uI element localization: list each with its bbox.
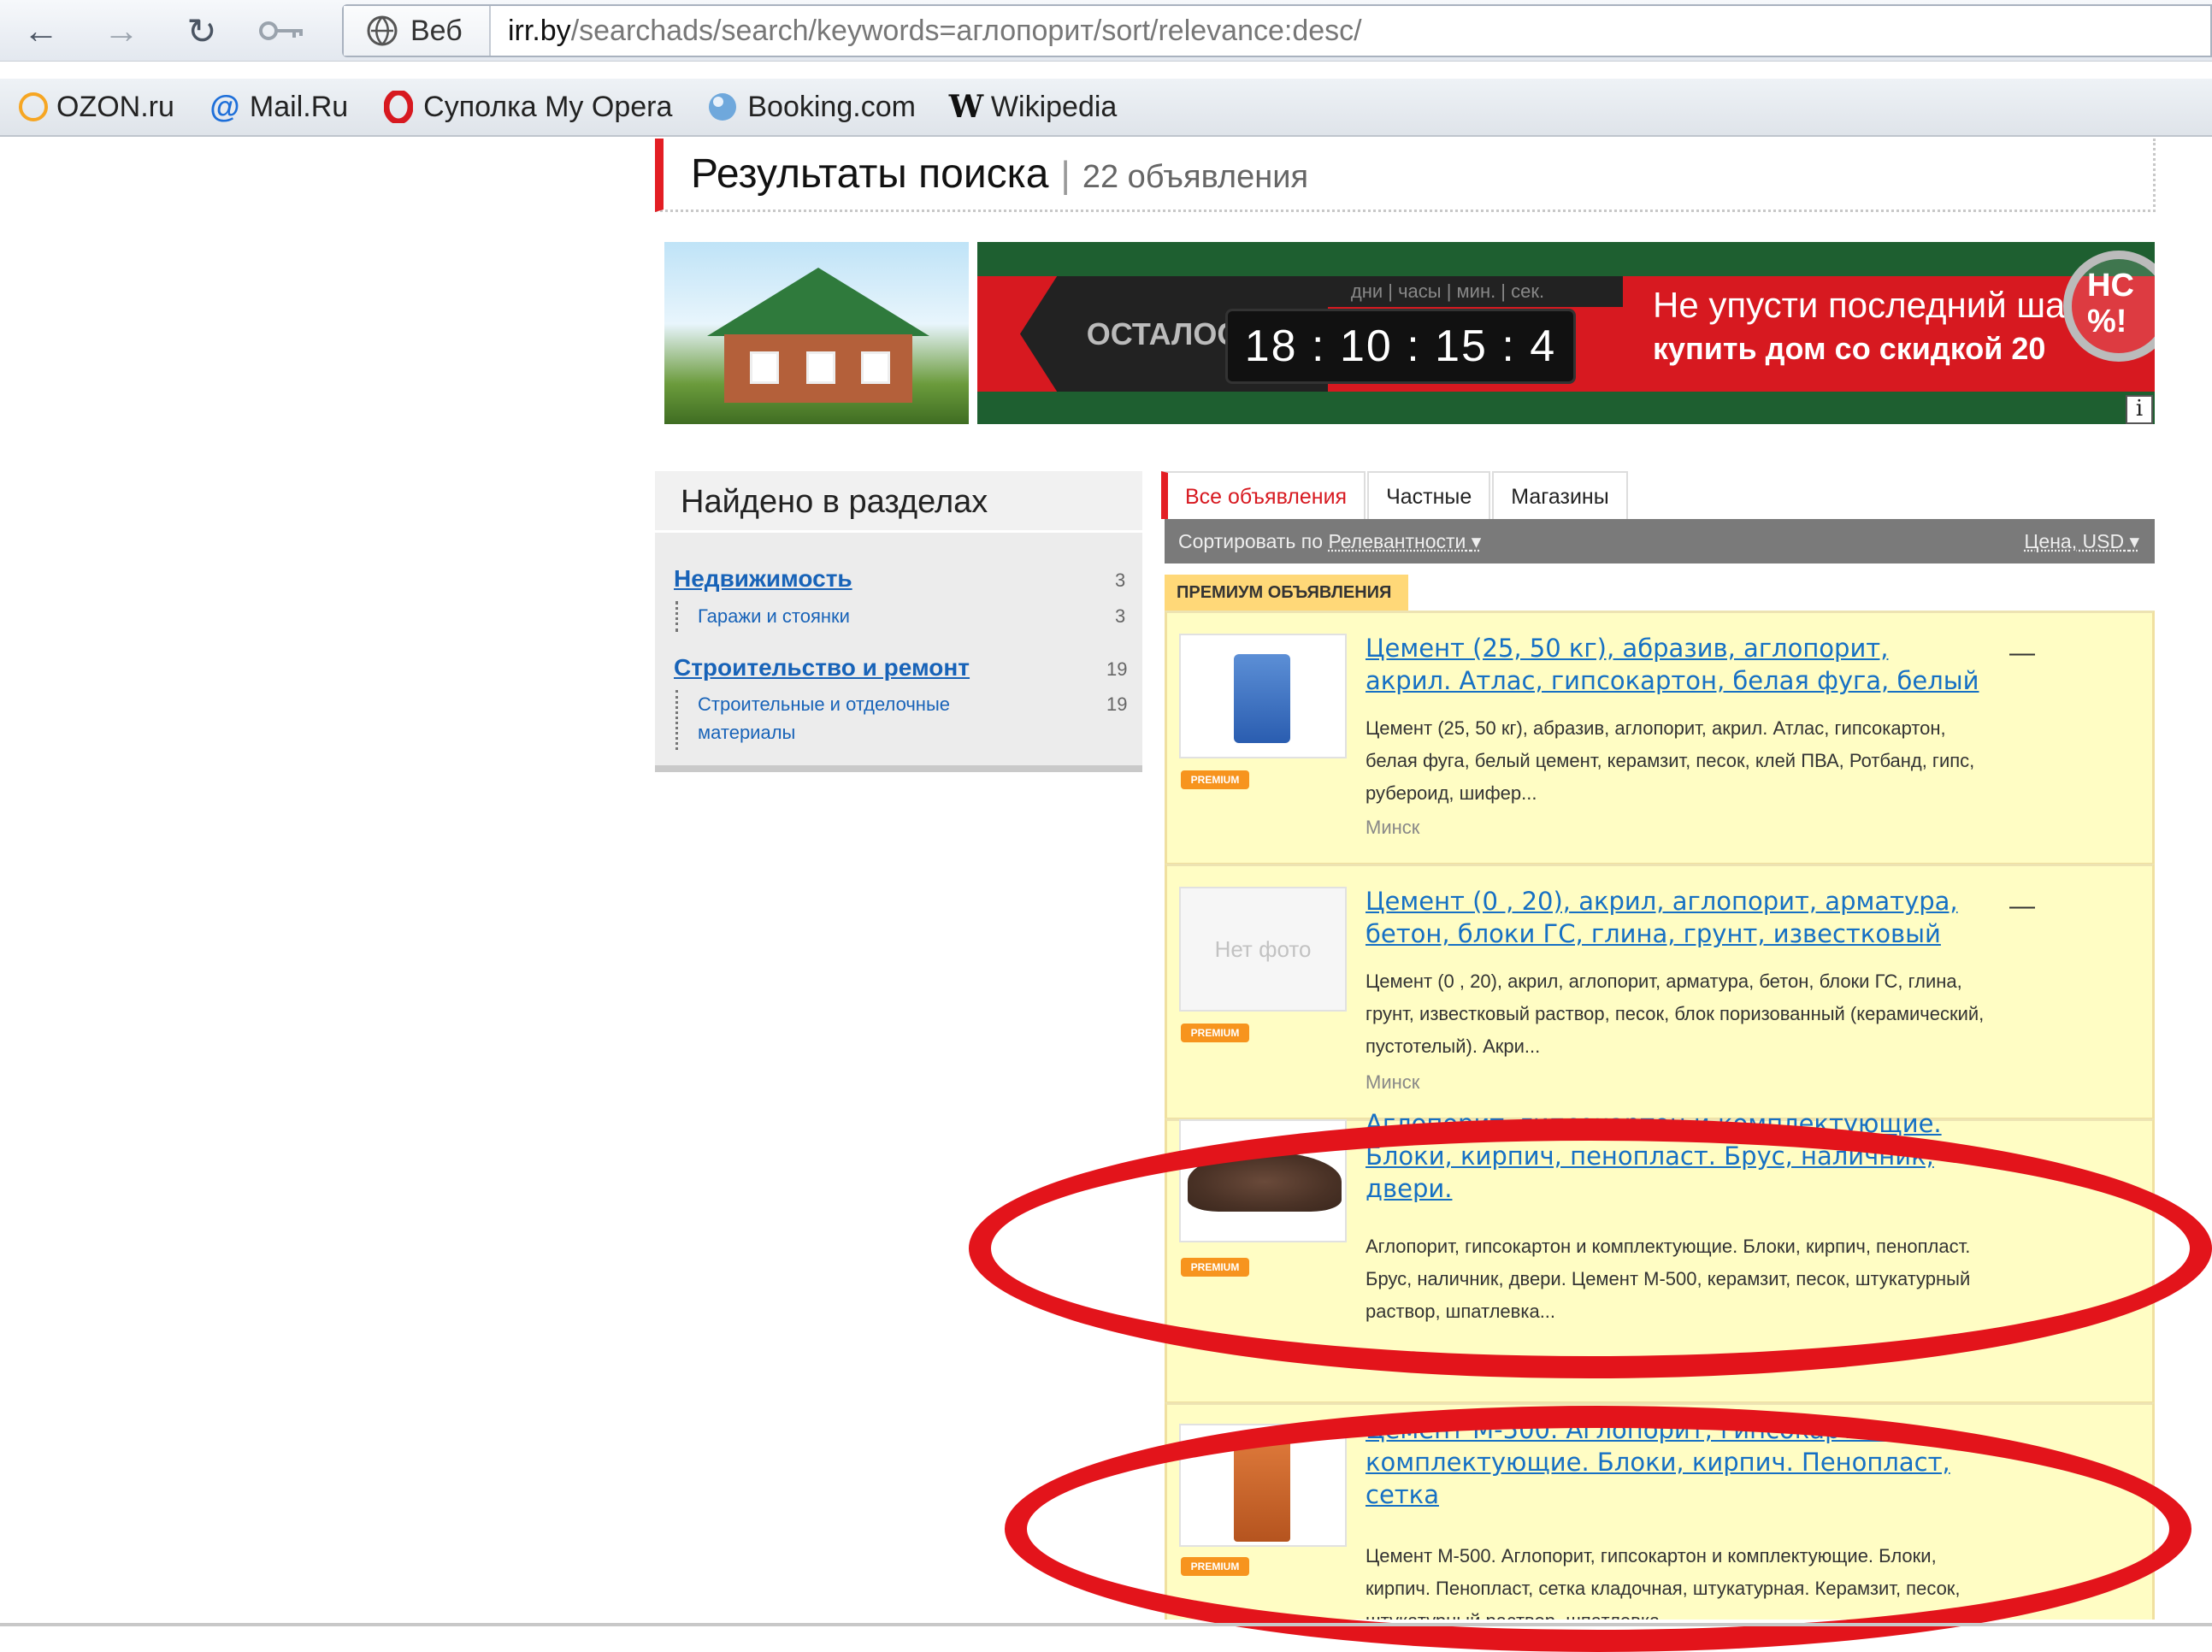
house-body (724, 334, 912, 403)
listing-description: Цемент (25, 50 кг), абразив, аглопорит, … (1366, 717, 1975, 804)
booking-icon (706, 91, 739, 123)
bookmark-label: Booking.com (747, 90, 916, 123)
section-link-real-estate[interactable]: Недвижимость (674, 565, 852, 593)
url-path: /searchads/search/keywords=аглопорит/sor… (570, 14, 1362, 47)
listing-item: PREMIUM Цемент (25, 50 кг), абразив, агл… (1165, 611, 2155, 865)
countdown-timer: 18 : 10 : 15 : 4 (1225, 309, 1576, 384)
web-indicator[interactable]: Веб (344, 6, 491, 56)
listing-title-link[interactable]: Цемент (25, 50 кг), абразив, аглопорит, … (1366, 632, 1981, 697)
subsection-count: 19 (1106, 693, 1128, 715)
red-annotation-ellipse (1005, 1406, 2191, 1652)
wikipedia-icon: W (948, 89, 984, 125)
listing-city: Минск (1366, 1071, 1420, 1093)
browser-toolbar: ← → ↻ Веб irr.by/searchads/search/keywor… (0, 0, 2212, 62)
listing-item: Нет фото PREMIUM Цемент (0 , 20), акрил,… (1165, 864, 2155, 1120)
section-count: 3 (1115, 569, 1126, 591)
tab-private[interactable]: Частные (1367, 471, 1491, 519)
sort-bar: Сортировать по Релевантности ▾ Цена, USD… (1165, 519, 2155, 563)
sort-price-label: Цена, USD (2024, 530, 2125, 552)
subsection-link-materials-2[interactable]: материалы (698, 722, 795, 744)
house-window (806, 351, 835, 384)
timer-labels: дни | часы | мин. | сек. (1272, 276, 1623, 307)
key-icon[interactable] (258, 7, 306, 55)
section-link-construction[interactable]: Строительство и ремонт (674, 654, 970, 681)
listing-tabs: Все объявления Частные Магазины (1161, 471, 1630, 519)
magnifier-text: НС (2087, 268, 2134, 304)
tab-all-ads[interactable]: Все объявления (1161, 471, 1366, 519)
bookmark-booking[interactable]: Booking.com (706, 91, 916, 124)
sort-prefix: Сортировать по (1178, 530, 1324, 552)
ozon-icon (19, 92, 48, 121)
results-count: 22 объявления (1082, 159, 1309, 195)
listing-title-link[interactable]: Цемент (0 , 20), акрил, аглопорит, армат… (1366, 885, 1981, 950)
reload-icon[interactable]: ↻ (178, 7, 226, 55)
banner-house-photo[interactable] (664, 242, 969, 424)
info-icon[interactable]: i (2126, 395, 2153, 424)
house-roof (707, 268, 929, 336)
chevron-down-icon: ▾ (2129, 530, 2139, 552)
bookmark-label: Суполка My Opera (423, 90, 673, 123)
bookmark-my-opera[interactable]: Суполка My Opera (382, 91, 672, 124)
bookmark-label: OZON.ru (56, 90, 174, 123)
promo-line-2: купить дом со скидкой 20 (1653, 331, 2046, 366)
tree-dots (675, 690, 678, 750)
listing-description: Цемент (0 , 20), акрил, аглопорит, армат… (1366, 971, 1985, 1057)
listing-thumbnail[interactable] (1179, 634, 1347, 758)
bookmark-ozon[interactable]: OZON.ru (19, 91, 174, 124)
no-photo-text: Нет фото (1214, 935, 1312, 962)
subsection-link-garages[interactable]: Гаражи и стоянки (698, 605, 850, 628)
globe-icon (367, 15, 398, 46)
listing-city: Минск (1366, 817, 1420, 838)
bookmarks-bar: OZON.ru @ Mail.Ru Суполка My Opera Booki… (0, 79, 2212, 137)
listing-thumbnail[interactable]: Нет фото (1179, 887, 1347, 1012)
red-annotation-ellipse (969, 1118, 2212, 1378)
chevron-down-icon: ▾ (1471, 530, 1482, 552)
listing-price: — (2009, 892, 2035, 920)
search-results-header: Результаты поиска | 22 объявления (655, 139, 2156, 212)
subsection-link-materials[interactable]: Строительные и отделочные (698, 693, 950, 716)
page-title: Результаты поиска | 22 объявления (691, 150, 1308, 198)
bookmark-label: Wikipedia (990, 90, 1118, 123)
house-window (861, 351, 890, 384)
sort-value: Релевантности (1328, 530, 1466, 552)
url-text[interactable]: irr.by/searchads/search/keywords=аглопор… (508, 6, 1362, 56)
bookmark-mailru[interactable]: @ Mail.Ru (209, 89, 349, 124)
promo-banner[interactable]: ОСТАЛОСЬ дни | часы | мин. | сек. 18 : 1… (977, 242, 2155, 424)
premium-section-label: ПРЕМИУМ ОБЪЯВЛЕНИЯ (1165, 575, 1408, 611)
opera-icon (382, 91, 415, 123)
premium-badge: PREMIUM (1181, 770, 1249, 789)
subsection-count: 3 (1115, 605, 1126, 627)
address-bar[interactable]: Веб irr.by/searchads/search/keywords=агл… (342, 4, 2212, 57)
found-in-sections-panel: Найдено в разделах Недвижимость 3 Гаражи… (655, 471, 1142, 772)
status-divider (0, 1623, 2212, 1626)
bookmark-wikipedia[interactable]: W Wikipedia (948, 89, 1118, 125)
forward-arrow-icon[interactable]: → (97, 7, 145, 55)
back-arrow-icon[interactable]: ← (17, 7, 65, 55)
page-title-text: Результаты поиска (691, 151, 1049, 197)
house-window (750, 351, 779, 384)
sections-title: Найдено в разделах (655, 471, 1142, 533)
tree-dots (675, 601, 678, 632)
promo-line-1: Не упусти последний ша (1653, 285, 2066, 325)
sort-relevance-dropdown[interactable]: Релевантности ▾ (1328, 530, 1481, 552)
cement-bag-photo (1234, 654, 1290, 743)
listing-price: — (2009, 639, 2035, 667)
magnifier-text: %! (2087, 304, 2127, 339)
bookmark-label: Mail.Ru (249, 90, 349, 123)
premium-badge: PREMIUM (1181, 1024, 1249, 1042)
title-separator: | (1060, 154, 1071, 196)
sort-price-dropdown[interactable]: Цена, USD ▾ (2024, 519, 2139, 563)
mailru-icon: @ (209, 89, 240, 124)
tab-shops[interactable]: Магазины (1492, 471, 1628, 519)
web-label: Веб (410, 14, 463, 47)
section-count: 19 (1106, 658, 1128, 680)
promo-text: Не упусти последний ша купить дом со ски… (1653, 285, 2132, 367)
url-domain: irr.by (508, 14, 571, 47)
